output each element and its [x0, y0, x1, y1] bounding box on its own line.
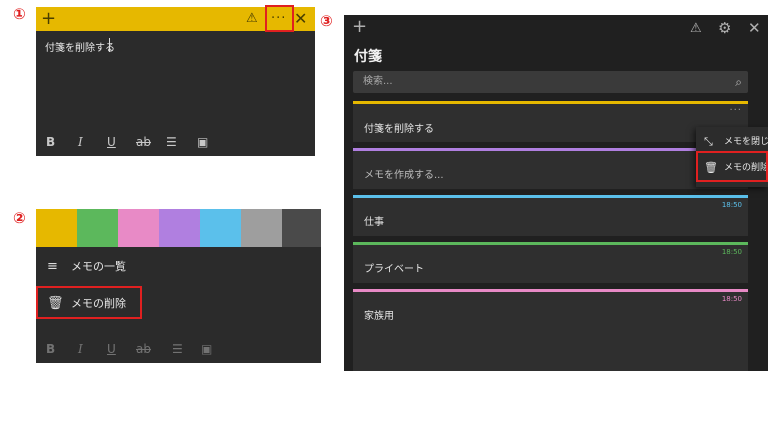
note-color-bar — [353, 148, 748, 151]
page-title: 付箋 — [354, 49, 382, 65]
warning-icon[interactable]: ⚠ — [690, 21, 702, 36]
note-item-private[interactable]: 18:50 プライベート — [353, 242, 748, 283]
sticky-notes-list-window: + ⚠ ⚙ ✕ 付箋 検索... ⌕ ··· 付箋を削除する メモを作成する..… — [344, 15, 768, 371]
color-swatch-pink[interactable] — [118, 209, 159, 247]
bold-button[interactable]: B — [46, 335, 55, 363]
note-title: 仕事 — [364, 217, 384, 228]
list-icon[interactable]: ☰ — [172, 335, 183, 363]
step-marker-1: ① — [13, 5, 26, 23]
note-color-bar — [353, 242, 748, 245]
italic-button[interactable]: I — [78, 128, 83, 156]
note-timestamp: 18:50 — [721, 295, 742, 303]
search-field[interactable]: 検索... ⌕ — [353, 71, 748, 93]
close-icon[interactable]: ✕ — [294, 7, 307, 31]
note-title: 付箋を削除する — [364, 124, 434, 135]
strikethrough-button[interactable]: ab — [136, 335, 151, 363]
sticky-note-window: + ⚠ ··· ✕ 付箋を削除する B I U ab ☰ ▣ — [36, 5, 315, 156]
text-caret — [109, 38, 110, 52]
note-timestamp: 18:50 — [721, 201, 742, 209]
color-swatch-gray[interactable] — [241, 209, 282, 247]
step-marker-2: ② — [13, 209, 26, 227]
note-list-label: メモの一覧 — [71, 260, 126, 273]
close-icon[interactable]: ✕ — [748, 19, 761, 37]
color-swatch-charcoal[interactable] — [282, 209, 321, 247]
note-title: 家族用 — [364, 311, 394, 322]
note-item-create-memo[interactable]: メモを作成する... — [353, 148, 748, 189]
note-timestamp: 18:50 — [721, 248, 742, 256]
more-options-icon[interactable]: ··· — [729, 105, 742, 116]
image-icon[interactable]: ▣ — [201, 335, 212, 363]
more-options-highlight — [265, 5, 294, 32]
note-color-bar — [353, 289, 748, 292]
italic-button[interactable]: I — [78, 335, 83, 363]
step-marker-3: ③ — [320, 12, 333, 30]
settings-icon[interactable]: ⚙ — [718, 19, 731, 37]
delete-note-highlight — [696, 151, 768, 182]
format-toolbar: B I U ab ☰ ▣ — [36, 128, 315, 156]
note-item-delete-sticky[interactable]: ··· 付箋を削除する — [353, 101, 748, 142]
new-note-icon[interactable]: + — [352, 16, 367, 37]
note-title: プライベート — [364, 264, 424, 275]
delete-note-highlight — [36, 286, 142, 319]
search-icon[interactable]: ⌕ — [735, 71, 742, 93]
color-swatch-blue[interactable] — [200, 209, 241, 247]
format-toolbar-dimmed: B I U ab ☰ ▣ — [36, 335, 321, 363]
image-icon[interactable]: ▣ — [197, 128, 208, 156]
underline-button[interactable]: U — [107, 128, 116, 156]
underline-button[interactable]: U — [107, 335, 116, 363]
note-color-bar — [353, 195, 748, 198]
note-color-bar — [353, 101, 748, 104]
new-note-icon[interactable]: + — [41, 7, 56, 31]
bold-button[interactable]: B — [46, 128, 55, 156]
note-item-family[interactable]: 18:50 家族用 — [353, 289, 748, 371]
color-swatch-purple[interactable] — [159, 209, 200, 247]
color-swatch-yellow[interactable] — [36, 209, 77, 247]
search-placeholder: 検索... — [363, 76, 393, 87]
note-list-menu-item[interactable]: ≡ メモの一覧 — [36, 250, 321, 284]
note-options-menu: ≡ メモの一覧 🗑 メモの削除 B I U ab ☰ ▣ — [36, 209, 321, 363]
strikethrough-button[interactable]: ab — [136, 128, 151, 156]
list-icon[interactable]: ☰ — [166, 128, 177, 156]
list-icon: ≡ — [47, 259, 58, 274]
warning-icon[interactable]: ⚠ — [246, 7, 258, 31]
color-swatch-green[interactable] — [77, 209, 118, 247]
note-title: メモを作成する... — [364, 170, 444, 181]
note-body-text[interactable]: 付箋を削除する — [45, 39, 115, 54]
note-item-work[interactable]: 18:50 仕事 — [353, 195, 748, 236]
